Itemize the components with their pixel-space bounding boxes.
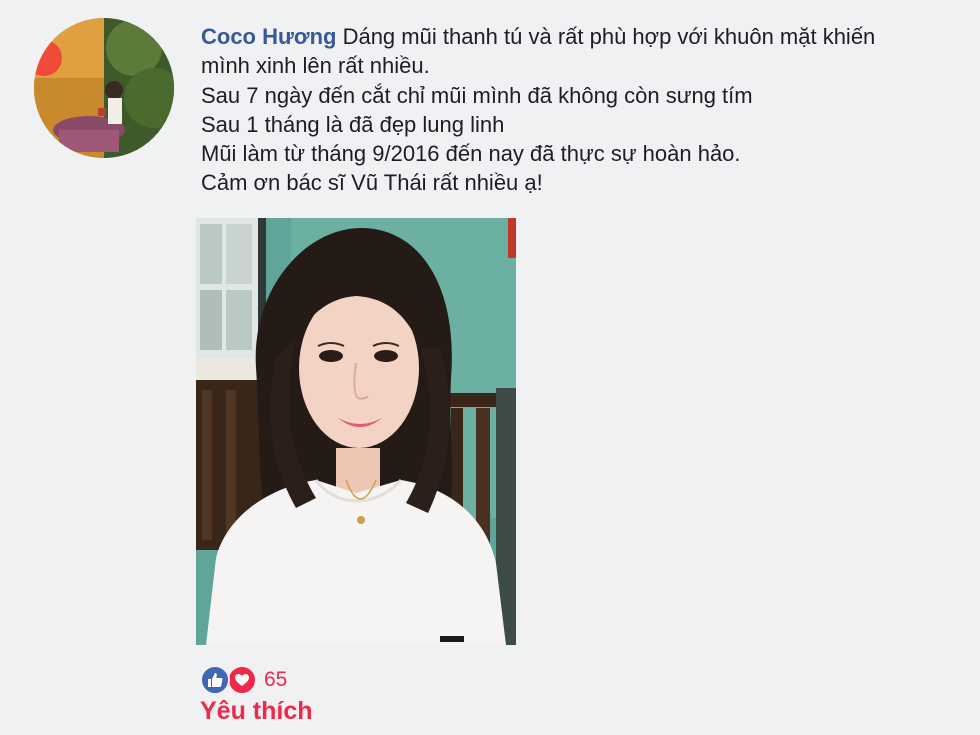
reaction-label: Yêu thích bbox=[200, 697, 313, 725]
reaction-count[interactable]: 65 bbox=[264, 668, 287, 692]
author-avatar[interactable] bbox=[34, 18, 174, 158]
comment-text-line: Sau 1 tháng là đã đẹp lung linh bbox=[201, 111, 505, 137]
author-name-link[interactable]: Coco Hương bbox=[201, 24, 336, 49]
comment-text-line: Mũi làm từ tháng 9/2016 đến nay đã thực … bbox=[201, 141, 741, 167]
comment-photo[interactable] bbox=[196, 218, 516, 645]
love-icon[interactable] bbox=[227, 665, 257, 695]
reaction-summary[interactable]: 65 bbox=[200, 665, 287, 695]
comment-body: Coco Hương Dáng mũi thanh tú và rất phù … bbox=[201, 22, 971, 198]
comment-text-line: Dáng mũi thanh tú và rất phù hợp với khu… bbox=[342, 24, 876, 49]
comment-text-line: Sau 7 ngày đến cắt chỉ mũi mình đã không… bbox=[201, 82, 753, 108]
comment-text-line: Cảm ơn bác sĩ Vũ Thái rất nhiều ạ! bbox=[201, 170, 543, 196]
like-icon[interactable] bbox=[200, 665, 230, 695]
comment-text-line: mình xinh lên rất nhiều. bbox=[201, 53, 430, 79]
